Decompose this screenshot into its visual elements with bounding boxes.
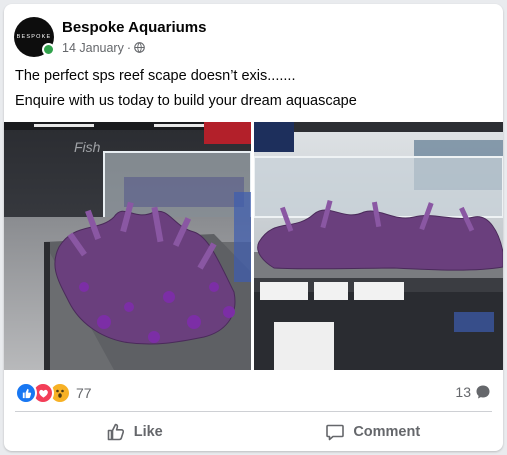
comment-count-link[interactable]: 13 [455,384,491,400]
thumbs-up-icon [107,423,124,441]
post-subline: 14 January · [62,40,207,56]
post-meta: Bespoke Aquariums 14 January · [62,19,207,56]
globe-icon[interactable] [134,42,145,53]
comment-icon [326,424,345,441]
reef-scape-photo-2[interactable] [254,122,503,370]
reef-photo-right-image [254,122,503,370]
post-header: BESPOKE Bespoke Aquariums 14 January · [14,16,207,58]
like-icon [15,382,37,404]
photo-grid: Fish [4,122,503,370]
post-actions: Like Comment [15,416,492,448]
avatar[interactable]: BESPOKE [14,17,55,57]
separator-dot: · [126,40,132,55]
comment-button[interactable]: Comment [254,416,493,448]
post-caption-line-2: Enquire with us today to build your drea… [15,93,357,109]
online-status-indicator [42,43,55,56]
comment-bubble-icon [476,385,490,399]
action-divider [15,411,492,412]
comment-count: 13 [455,384,471,400]
post-caption-line-1: The perfect sps reef scape doesn’t exis.… [15,68,296,84]
reef-photo-left-image: Fish [4,122,251,370]
like-button-label: Like [133,424,163,440]
svg-text:Fish: Fish [74,139,101,155]
reaction-summary[interactable]: 77 [15,382,92,404]
like-button[interactable]: Like [15,416,254,448]
post-card: BESPOKE Bespoke Aquariums 14 January · T… [4,4,503,451]
reef-scape-photo-1[interactable]: Fish [4,122,251,370]
page-name-link[interactable]: Bespoke Aquariums [62,19,207,37]
reaction-count: 77 [76,385,92,401]
avatar-logo-text: BESPOKE [16,34,52,40]
post-date[interactable]: 14 January [62,40,124,56]
comment-button-label: Comment [353,424,421,440]
